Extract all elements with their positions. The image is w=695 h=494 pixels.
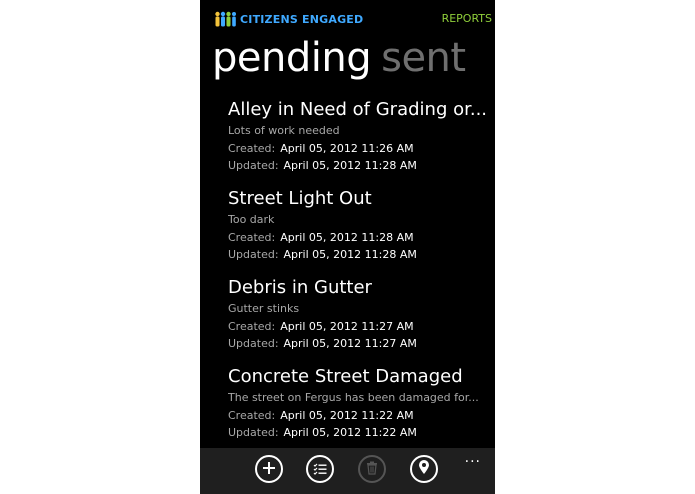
- app-logo: CITIZENS ENGAGED: [214, 11, 363, 27]
- list-button[interactable]: [306, 455, 334, 483]
- pivot-tab-sent[interactable]: sent: [381, 35, 466, 81]
- location-button[interactable]: [410, 455, 438, 483]
- created-row: Created: April 05, 2012 11:26 AM: [228, 140, 489, 157]
- report-title: Alley in Need of Grading or...: [228, 99, 488, 120]
- application-bar: ...: [200, 448, 495, 494]
- people-icon: [214, 11, 236, 27]
- report-description: Lots of work needed: [228, 124, 340, 137]
- updated-label: Updated:: [228, 337, 279, 350]
- created-value: April 05, 2012 11:28 AM: [280, 231, 414, 244]
- updated-value: April 05, 2012 11:28 AM: [283, 248, 417, 261]
- created-label: Created:: [228, 409, 276, 422]
- report-description: Too dark: [228, 213, 275, 226]
- created-row: Created: April 05, 2012 11:28 AM: [228, 229, 489, 246]
- created-row: Created: April 05, 2012 11:27 AM: [228, 318, 489, 335]
- more-options-button[interactable]: ...: [465, 450, 481, 466]
- phone-screen: CITIZENS ENGAGED REPORTS pending sent All…: [200, 0, 495, 494]
- created-value: April 05, 2012 11:27 AM: [280, 320, 414, 333]
- report-description: The street on Fergus has been damaged fo…: [228, 391, 479, 404]
- pivot-header: pending sent: [212, 35, 466, 81]
- report-title: Concrete Street Damaged: [228, 366, 463, 387]
- updated-row: Updated: April 05, 2012 11:27 AM: [228, 335, 489, 352]
- list-icon: [313, 460, 327, 479]
- app-header: CITIZENS ENGAGED REPORTS: [214, 11, 495, 27]
- add-button[interactable]: [255, 455, 283, 483]
- report-title: Street Light Out: [228, 188, 372, 209]
- updated-value: April 05, 2012 11:28 AM: [283, 159, 417, 172]
- delete-icon: [366, 460, 378, 479]
- created-label: Created:: [228, 320, 276, 333]
- delete-button[interactable]: [358, 455, 386, 483]
- created-value: April 05, 2012 11:26 AM: [280, 142, 414, 155]
- updated-value: April 05, 2012 11:27 AM: [283, 337, 417, 350]
- updated-label: Updated:: [228, 248, 279, 261]
- updated-value: April 05, 2012 11:22 AM: [283, 426, 417, 439]
- created-label: Created:: [228, 231, 276, 244]
- updated-label: Updated:: [228, 426, 279, 439]
- updated-label: Updated:: [228, 159, 279, 172]
- add-icon: [262, 460, 276, 479]
- updated-row: Updated: April 05, 2012 11:28 AM: [228, 246, 489, 263]
- app-title: CITIZENS ENGAGED: [240, 12, 364, 26]
- updated-row: Updated: April 05, 2012 11:22 AM: [228, 424, 489, 441]
- reports-link[interactable]: REPORTS: [442, 12, 492, 25]
- report-item[interactable]: Alley in Need of Grading or... Lots of w…: [228, 98, 489, 187]
- report-list: Alley in Need of Grading or... Lots of w…: [228, 98, 489, 454]
- report-description: Gutter stinks: [228, 302, 300, 315]
- report-title: Debris in Gutter: [228, 277, 372, 298]
- created-label: Created:: [228, 142, 276, 155]
- created-row: Created: April 05, 2012 11:22 AM: [228, 407, 489, 424]
- pivot-tab-pending[interactable]: pending: [212, 35, 372, 81]
- created-value: April 05, 2012 11:22 AM: [280, 409, 414, 422]
- report-item[interactable]: Concrete Street Damaged The street on Fe…: [228, 365, 489, 454]
- report-item[interactable]: Debris in Gutter Gutter stinks Created: A…: [228, 276, 489, 365]
- report-item[interactable]: Street Light Out Too dark Created: April …: [228, 187, 489, 276]
- location-icon: [418, 459, 430, 479]
- updated-row: Updated: April 05, 2012 11:28 AM: [228, 157, 489, 174]
